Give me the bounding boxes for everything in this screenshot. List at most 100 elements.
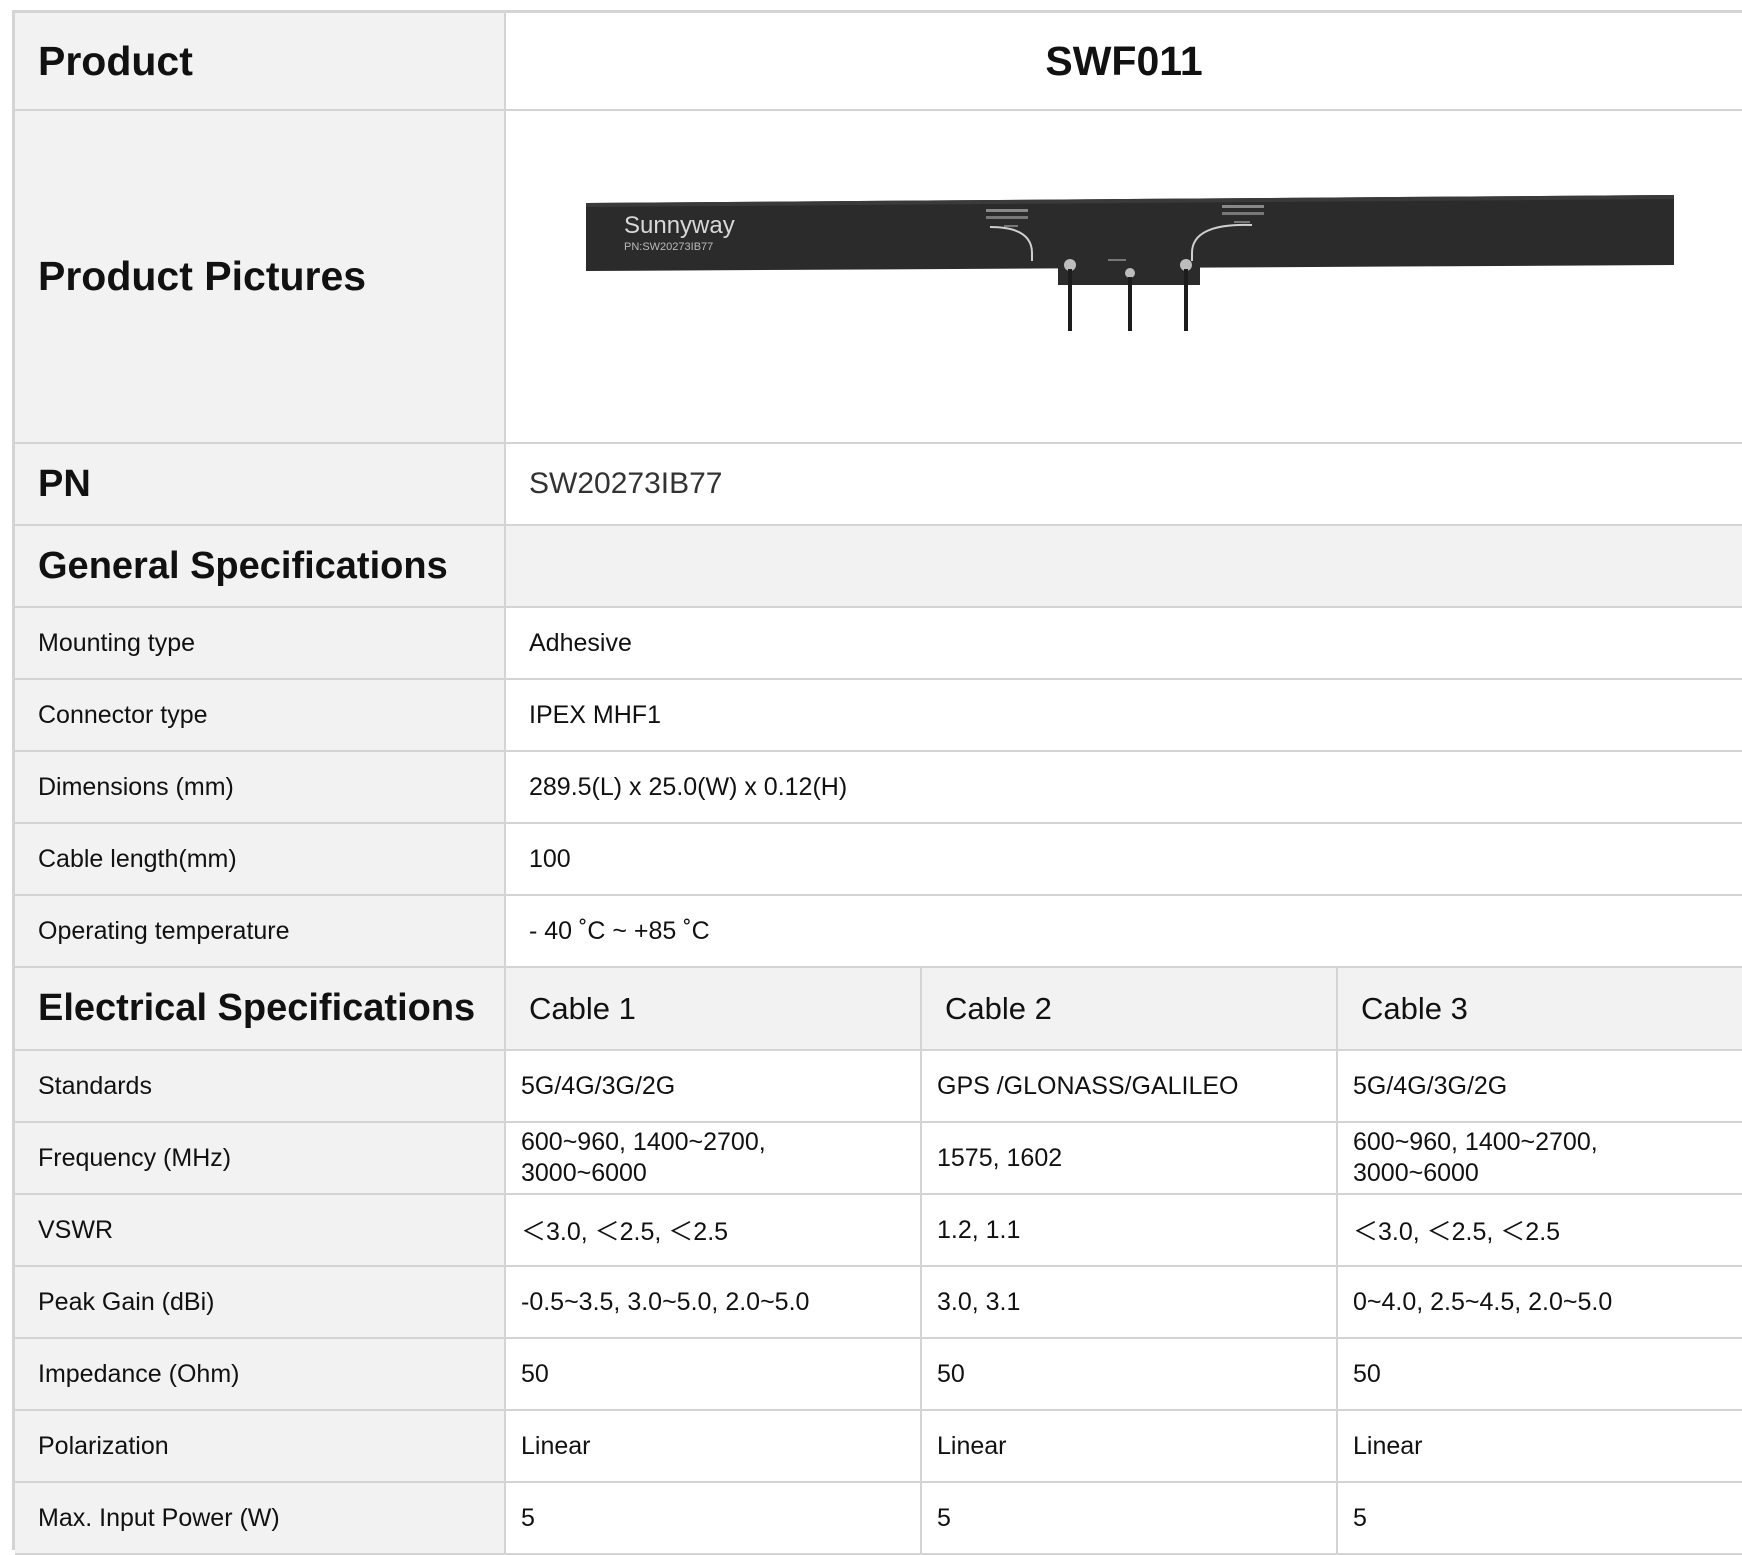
- vswr-cable-1: ＜3.0, ＜2.5, ＜2.5: [521, 1218, 729, 1246]
- standards-label: Standards: [38, 1071, 152, 1100]
- dimensions-label: Dimensions (mm): [38, 772, 234, 801]
- cable-3-header-cell: Cable 3: [1337, 967, 1742, 1051]
- electrical-row-label: Peak Gain (dBi): [15, 1266, 506, 1339]
- product-label: Product: [38, 37, 193, 84]
- pn-label-cell: PN: [15, 443, 506, 526]
- electrical-cell: 5: [505, 1482, 922, 1555]
- pictures-label-cell: Product Pictures: [15, 110, 506, 444]
- general-row: Cable length(mm) 100: [15, 823, 1742, 896]
- frequency-cable-1-line-2: 3000~6000: [521, 1159, 647, 1187]
- frequency-cable-3-line-2: 3000~6000: [1353, 1159, 1479, 1187]
- electrical-cell: 5G/4G/3G/2G: [505, 1050, 922, 1123]
- standards-cable-1: 5G/4G/3G/2G: [521, 1071, 676, 1100]
- polarization-cable-3: Linear: [1353, 1431, 1423, 1460]
- dimensions-value: 289.5(L) x 25.0(W) x 0.12(H): [529, 772, 848, 801]
- electrical-cell: Linear: [1337, 1410, 1742, 1483]
- product-row: Product SWF011: [15, 13, 1742, 111]
- general-row: Mounting type Adhesive: [15, 607, 1742, 680]
- general-row-label: Mounting type: [15, 607, 506, 680]
- max-input-power-cable-2: 5: [937, 1503, 951, 1532]
- pn-value-cell: SW20273IB77: [505, 443, 1742, 526]
- mounting-type-value: Adhesive: [529, 628, 632, 657]
- cable-2-header: Cable 2: [945, 990, 1052, 1026]
- electrical-cell: 50: [1337, 1338, 1742, 1411]
- cable-length-value: 100: [529, 844, 571, 873]
- impedance-cable-2: 50: [937, 1359, 965, 1388]
- electrical-cell: 3.0, 3.1: [921, 1266, 1338, 1339]
- electrical-cell: 50: [921, 1338, 1338, 1411]
- general-row-value: IPEX MHF1: [505, 679, 1742, 752]
- electrical-cell: 0~4.0, 2.5~4.5, 2.0~5.0: [1337, 1266, 1742, 1339]
- electrical-row: Standards 5G/4G/3G/2G GPS /GLONASS/GALIL…: [15, 1050, 1742, 1123]
- impedance-label: Impedance (Ohm): [38, 1359, 240, 1388]
- spec-table: Product SWF011 Product Pictures Sunnyway…: [15, 13, 1742, 1555]
- general-row-value: 100: [505, 823, 1742, 896]
- antenna-brand-text: Sunnyway: [624, 212, 735, 239]
- frequency-cable-3-line-1: 600~960, 1400~2700,: [1353, 1128, 1598, 1156]
- general-title: General Specifications: [38, 544, 448, 587]
- antenna-pn-text: PN:SW20273IB77: [624, 241, 713, 253]
- electrical-header-row: Electrical Specifications Cable 1 Cable …: [15, 967, 1742, 1051]
- electrical-row-label: Polarization: [15, 1410, 506, 1483]
- max-input-power-cable-1: 5: [521, 1503, 535, 1532]
- electrical-cell: 5: [1337, 1482, 1742, 1555]
- peak-gain-cable-2: 3.0, 3.1: [937, 1287, 1021, 1316]
- standards-cable-3: 5G/4G/3G/2G: [1353, 1071, 1508, 1100]
- cable-1-header-cell: Cable 1: [505, 967, 922, 1051]
- pictures-row: Product Pictures Sunnyway PN:SW20273IB77: [15, 110, 1742, 444]
- cable-length-label: Cable length(mm): [38, 844, 237, 873]
- electrical-cell: 1575, 1602: [921, 1122, 1338, 1195]
- peak-gain-label: Peak Gain (dBi): [38, 1287, 215, 1316]
- electrical-row: Polarization Linear Linear Linear: [15, 1410, 1742, 1483]
- operating-temperature-value: - 40 ˚C ~ +85 ˚C: [529, 916, 710, 945]
- electrical-cell: Linear: [505, 1410, 922, 1483]
- electrical-row: VSWR ＜3.0, ＜2.5, ＜2.5 1.2, 1.1 ＜3.0, ＜2.…: [15, 1194, 1742, 1267]
- connector-type-label: Connector type: [38, 700, 208, 729]
- operating-temperature-label: Operating temperature: [38, 916, 290, 945]
- general-title-cell: General Specifications: [15, 525, 506, 608]
- pn-row: PN SW20273IB77: [15, 443, 1742, 526]
- electrical-cell: ＜3.0, ＜2.5, ＜2.5: [505, 1194, 922, 1267]
- max-input-power-cable-3: 5: [1353, 1503, 1367, 1532]
- general-header-row: General Specifications: [15, 525, 1742, 608]
- electrical-cell: 1.2, 1.1: [921, 1194, 1338, 1267]
- spec-sheet: Product SWF011 Product Pictures Sunnyway…: [12, 10, 1742, 1555]
- mounting-type-label: Mounting type: [38, 628, 196, 657]
- polarization-cable-2: Linear: [937, 1431, 1007, 1460]
- electrical-cell: GPS /GLONASS/GALILEO: [921, 1050, 1338, 1123]
- general-row-value: Adhesive: [505, 607, 1742, 680]
- electrical-cell: Linear: [921, 1410, 1338, 1483]
- general-row-label: Operating temperature: [15, 895, 506, 968]
- electrical-row-label: Max. Input Power (W): [15, 1482, 506, 1555]
- general-row: Dimensions (mm) 289.5(L) x 25.0(W) x 0.1…: [15, 751, 1742, 824]
- pn-label: PN: [38, 462, 91, 505]
- pictures-cell: Sunnyway PN:SW20273IB77: [505, 110, 1742, 444]
- electrical-title: Electrical Specifications: [38, 987, 476, 1029]
- product-label-cell: Product: [15, 13, 506, 111]
- peak-gain-cable-1: -0.5~3.5, 3.0~5.0, 2.0~5.0: [521, 1287, 810, 1316]
- electrical-row: Peak Gain (dBi) -0.5~3.5, 3.0~5.0, 2.0~5…: [15, 1266, 1742, 1339]
- pictures-label: Product Pictures: [38, 253, 367, 299]
- electrical-cell: 5: [921, 1482, 1338, 1555]
- peak-gain-cable-3: 0~4.0, 2.5~4.5, 2.0~5.0: [1353, 1287, 1613, 1316]
- electrical-cell: 600~960, 1400~2700, 3000~6000: [505, 1122, 922, 1195]
- cable-1-header: Cable 1: [529, 990, 636, 1026]
- general-row: Operating temperature - 40 ˚C ~ +85 ˚C: [15, 895, 1742, 968]
- standards-cable-2: GPS /GLONASS/GALILEO: [937, 1071, 1239, 1100]
- cable-3-header: Cable 3: [1361, 990, 1468, 1026]
- product-value: SWF011: [1045, 37, 1203, 84]
- frequency-label: Frequency (MHz): [38, 1143, 232, 1172]
- electrical-row: Frequency (MHz) 600~960, 1400~2700, 3000…: [15, 1122, 1742, 1195]
- antenna-image: Sunnyway PN:SW20273IB77: [586, 194, 1674, 331]
- cable-2-header-cell: Cable 2: [921, 967, 1338, 1051]
- electrical-cell: 50: [505, 1338, 922, 1411]
- electrical-cell: -0.5~3.5, 3.0~5.0, 2.0~5.0: [505, 1266, 922, 1339]
- impedance-cable-3: 50: [1353, 1359, 1381, 1388]
- general-row-value: - 40 ˚C ~ +85 ˚C: [505, 895, 1742, 968]
- electrical-cell: 600~960, 1400~2700, 3000~6000: [1337, 1122, 1742, 1195]
- general-row: Connector type IPEX MHF1: [15, 679, 1742, 752]
- electrical-row-label: Frequency (MHz): [15, 1122, 506, 1195]
- electrical-title-cell: Electrical Specifications: [15, 967, 506, 1051]
- electrical-cell: 5G/4G/3G/2G: [1337, 1050, 1742, 1123]
- vswr-cable-3: ＜3.0, ＜2.5, ＜2.5: [1353, 1218, 1561, 1246]
